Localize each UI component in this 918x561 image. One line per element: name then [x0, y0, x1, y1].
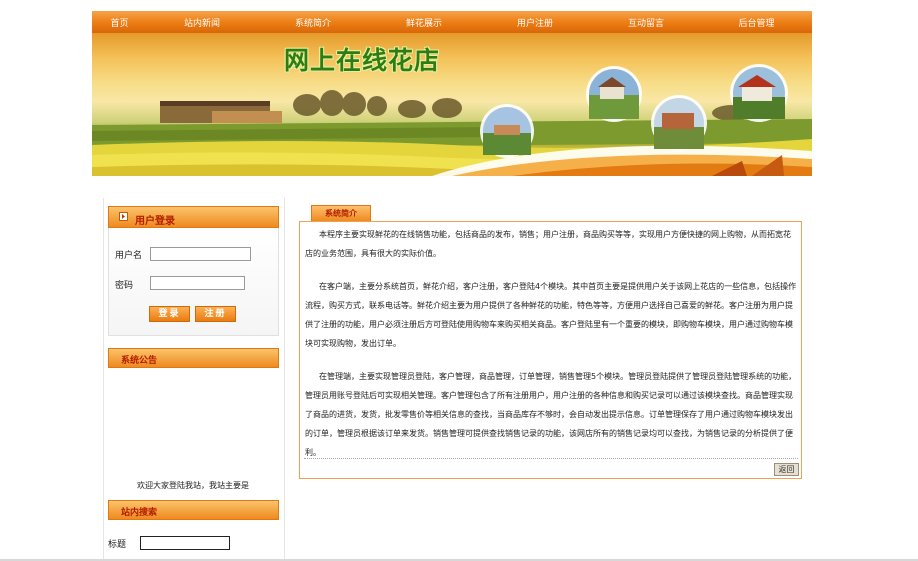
login-header: 用户登录: [108, 206, 279, 228]
photo-circle: [586, 66, 642, 122]
intro-paragraph: 在管理端，主要实现管理员登陆，客户管理，商品管理，订单管理，销售管理5个模块。管…: [305, 372, 797, 457]
password-label: 密码: [115, 281, 134, 291]
nav-home[interactable]: 首页: [92, 16, 147, 29]
login-arrow-icon: [119, 212, 128, 221]
notice-marquee: 欢迎大家登陆我站，我站主要是: [137, 481, 249, 490]
notice-title: 系统公告: [121, 356, 158, 366]
top-nav: 首页 站内新闻 系统简介 鲜花展示 用户注册 互动留言 后台管理: [92, 11, 812, 33]
login-button[interactable]: 登录: [149, 306, 190, 322]
nav-flower-show[interactable]: 鲜花展示: [369, 16, 479, 29]
login-title: 用户登录: [135, 216, 175, 227]
search-input[interactable]: [140, 536, 230, 550]
intro-panel: 本程序主要实现鲜花的在线销售功能，包括商品的发布，销售；用户注册，商品购买等等，…: [299, 221, 802, 479]
sidebar: 用户登录 用户名 密码 登录 注册 系统公告 欢迎大家登陆我站，我站主要是 站内…: [103, 198, 285, 561]
nav-register[interactable]: 用户注册: [479, 16, 591, 29]
tab-system-intro[interactable]: 系统简介: [311, 205, 371, 221]
nav-guestbook[interactable]: 互动留言: [591, 16, 701, 29]
intro-paragraph: 在客户端，主要分系统首页，鲜花介绍，客户注册，客户登陆4个模块。其中首页主要是提…: [305, 282, 797, 348]
search-label: 标题: [108, 540, 127, 550]
search-title: 站内搜索: [121, 508, 158, 518]
banner: 网上在线花店: [92, 33, 812, 176]
username-label: 用户名: [115, 251, 143, 261]
login-box: 用户名 密码 登录 注册: [108, 228, 279, 336]
username-input[interactable]: [150, 247, 251, 261]
register-button[interactable]: 注册: [195, 306, 236, 322]
divider: [304, 458, 798, 459]
banner-scenery: [92, 64, 812, 176]
site-title: 网上在线花店: [284, 46, 441, 75]
password-input[interactable]: [150, 276, 245, 290]
back-button[interactable]: 返回: [774, 463, 799, 476]
nav-system-intro[interactable]: 系统简介: [257, 16, 369, 29]
search-header: 站内搜索: [108, 500, 279, 520]
nav-news[interactable]: 站内新闻: [147, 16, 257, 29]
nav-admin[interactable]: 后台管理: [701, 16, 812, 29]
intro-paragraph: 本程序主要实现鲜花的在线销售功能，包括商品的发布，销售；用户注册，商品购买等等，…: [305, 230, 791, 258]
notice-header: 系统公告: [108, 348, 279, 368]
